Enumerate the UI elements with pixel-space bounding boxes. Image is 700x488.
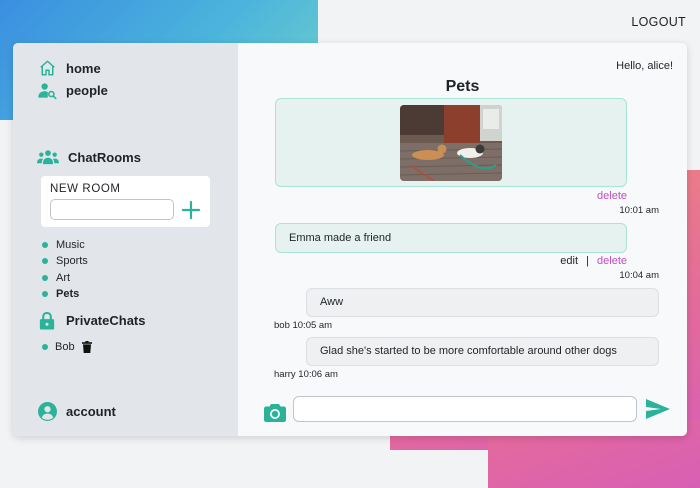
room-item-music[interactable]: Music	[42, 237, 88, 253]
message-text: Glad she's started to be more comfortabl…	[320, 345, 617, 357]
chat-app-card: home people ChatRooms NEW ROOM Music Spo…	[13, 43, 687, 436]
edit-button[interactable]: edit	[560, 255, 578, 267]
add-room-button[interactable]	[180, 199, 202, 221]
private-chat-item-bob[interactable]: Bob	[42, 341, 92, 353]
nav-home[interactable]: home	[37, 58, 101, 78]
room-bullet	[42, 242, 48, 249]
delete-button[interactable]: delete	[597, 255, 627, 267]
message-meta: bob 10:05 am	[274, 320, 333, 331]
home-icon	[37, 58, 57, 78]
nav-home-label: home	[66, 60, 101, 76]
room-name: Music	[56, 239, 85, 252]
nav-privatechats-label: PrivateChats	[66, 312, 146, 328]
room-name: Sports	[56, 255, 88, 268]
send-icon	[646, 399, 670, 419]
message-other-bubble: Glad she's started to be more comfortabl…	[306, 337, 659, 366]
plus-icon	[182, 201, 200, 219]
logout-link[interactable]: LOGOUT	[631, 15, 686, 29]
private-chat-bullet	[42, 344, 48, 350]
send-button[interactable]	[646, 399, 670, 419]
sidebar: home people ChatRooms NEW ROOM Music Spo…	[13, 43, 238, 436]
message-photo[interactable]	[400, 105, 502, 181]
nav-chatrooms-label: ChatRooms	[68, 149, 141, 165]
new-room-label: NEW ROOM	[50, 183, 121, 195]
message-text: Aww	[320, 296, 344, 308]
nav-people[interactable]: people	[37, 80, 108, 100]
lock-icon	[37, 310, 57, 330]
message-time: 10:04 am	[619, 270, 659, 281]
message-actions: delete	[597, 190, 627, 202]
new-room-input[interactable]	[50, 199, 174, 220]
nav-people-label: people	[66, 82, 108, 98]
message-text-bubble: Emma made a friend	[275, 223, 627, 253]
room-item-pets[interactable]: Pets	[42, 286, 88, 302]
room-item-art[interactable]: Art	[42, 270, 88, 286]
greeting: Hello, alice!	[616, 60, 673, 72]
message-input[interactable]	[293, 396, 637, 422]
delete-button[interactable]: delete	[597, 190, 627, 202]
group-icon	[37, 147, 59, 167]
room-name: Pets	[56, 288, 80, 301]
message-actions: edit | delete	[560, 255, 627, 267]
message-time: 10:01 am	[619, 205, 659, 216]
message-image-bubble	[275, 98, 627, 187]
room-bullet	[42, 291, 48, 298]
room-item-sports[interactable]: Sports	[42, 253, 88, 269]
nav-chatrooms[interactable]: ChatRooms	[37, 147, 141, 167]
room-list: Music Sports Art Pets	[42, 237, 88, 302]
camera-button[interactable]	[264, 402, 286, 422]
private-chat-name: Bob	[55, 341, 75, 353]
new-room-panel: NEW ROOM	[41, 176, 210, 227]
message-meta: harry 10:06 am	[274, 369, 338, 380]
room-bullet	[42, 274, 48, 281]
account-icon	[37, 401, 57, 421]
chat-main: Hello, alice! Pets delete 10:01 am Emma …	[238, 43, 687, 436]
camera-icon	[264, 404, 286, 422]
message-other-bubble: Aww	[306, 288, 659, 317]
nav-privatechats[interactable]: PrivateChats	[37, 310, 145, 330]
room-title: Pets	[445, 78, 480, 95]
nav-account[interactable]: account	[37, 401, 116, 421]
room-name: Art	[56, 271, 71, 284]
nav-account-label: account	[66, 403, 116, 419]
trash-icon[interactable]	[81, 341, 92, 353]
message-text: Emma made a friend	[289, 232, 392, 244]
people-search-icon	[37, 80, 57, 100]
actions-separator: |	[586, 255, 589, 267]
room-bullet	[42, 258, 48, 265]
